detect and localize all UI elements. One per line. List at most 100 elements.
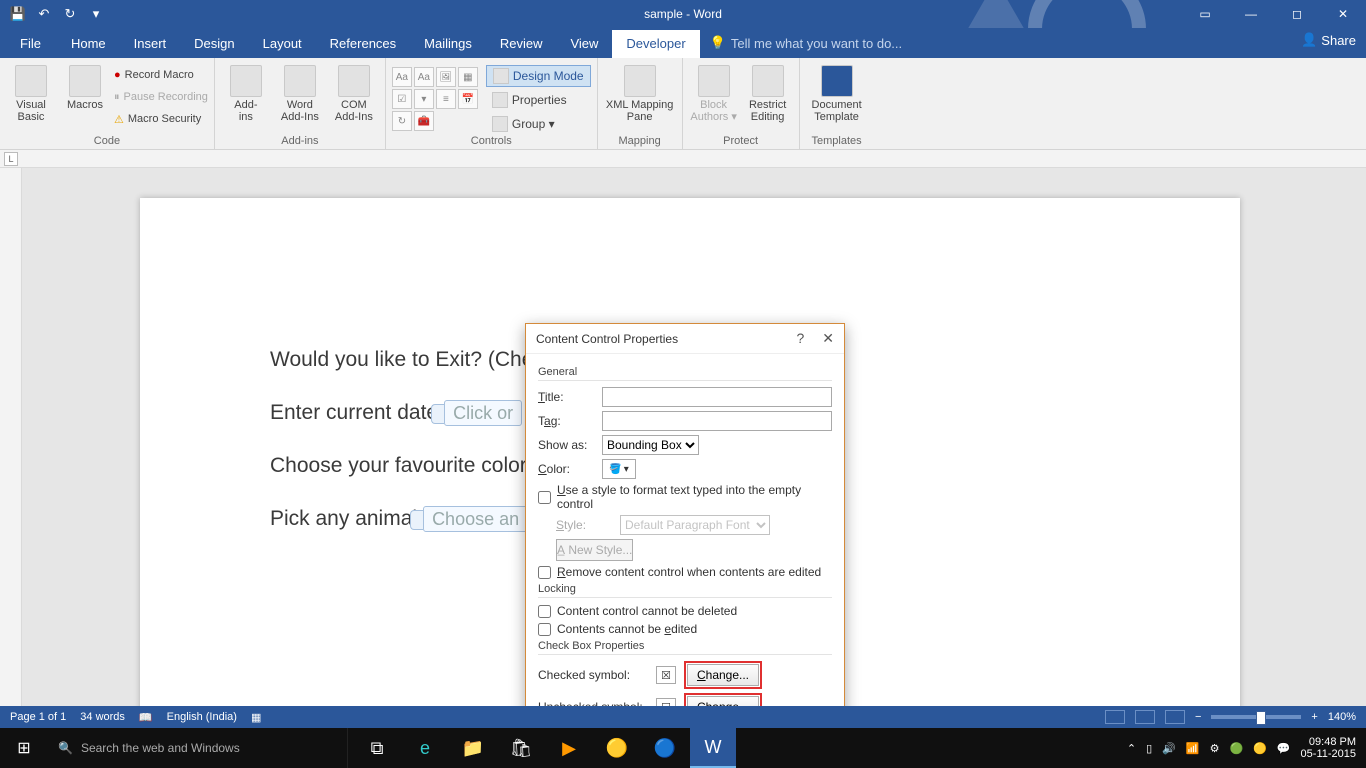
restrict-editing-button[interactable]: Restrict Editing — [743, 63, 793, 123]
tell-me-search[interactable]: 💡 Tell me what you want to do... — [700, 29, 912, 58]
remove-cc-checkbox[interactable] — [538, 566, 551, 579]
pause-recording-button[interactable]: ⏸Pause Recording — [114, 87, 208, 107]
showas-select[interactable]: Bounding Box — [602, 435, 699, 455]
dropdown-content-control[interactable]: Choose an — [423, 506, 528, 532]
web-layout-icon[interactable] — [1165, 710, 1185, 724]
macro-security-button[interactable]: ⚠Macro Security — [114, 109, 208, 129]
close-icon[interactable]: ✕ — [1320, 0, 1366, 28]
zoom-in-icon[interactable]: + — [1311, 711, 1317, 723]
volume-icon[interactable]: 🔊 — [1162, 742, 1176, 755]
zoom-slider[interactable] — [1211, 715, 1301, 719]
language-indicator[interactable]: English (India) — [167, 711, 237, 723]
tab-file[interactable]: File — [4, 30, 57, 58]
date-content-control[interactable]: Click or — [444, 400, 522, 426]
group-button[interactable]: Group ▾ — [486, 113, 591, 135]
wifi-icon[interactable]: 📶 — [1186, 742, 1200, 755]
legacy-tools-icon[interactable]: 🧰 — [414, 111, 434, 131]
group-protect: Block Authors ▾ Restrict Editing Protect — [683, 58, 800, 149]
macros-button[interactable]: Macros — [60, 63, 110, 111]
tab-references[interactable]: References — [316, 30, 410, 58]
chrome-icon[interactable]: 🔵 — [642, 728, 688, 768]
read-mode-icon[interactable] — [1105, 710, 1125, 724]
vertical-ruler[interactable] — [0, 168, 22, 706]
dialog-titlebar[interactable]: Content Control Properties ? ✕ — [526, 324, 844, 354]
title-input[interactable] — [602, 387, 832, 407]
addins-button[interactable]: Add- ins — [221, 63, 271, 123]
use-style-checkbox[interactable] — [538, 491, 551, 504]
word-count[interactable]: 34 words — [80, 711, 125, 723]
com-addins-button[interactable]: COM Add-Ins — [329, 63, 379, 123]
network-icon[interactable]: ▯ — [1146, 742, 1152, 755]
zoom-out-icon[interactable]: − — [1195, 711, 1201, 723]
page-indicator[interactable]: Page 1 of 1 — [10, 711, 66, 723]
qat-customize-icon[interactable]: ▾ — [84, 3, 108, 25]
plain-text-control-icon[interactable]: Aa — [414, 67, 434, 87]
document-template-button[interactable]: Document Template — [806, 63, 868, 123]
tab-home[interactable]: Home — [57, 30, 120, 58]
taskbar: ⊞ 🔍 Search the web and Windows ⧉ e 📁 🛍 ▶… — [0, 728, 1366, 768]
rich-text-control-icon[interactable]: Aa — [392, 67, 412, 87]
redo-icon[interactable]: ↻ — [58, 3, 82, 25]
tag-input[interactable] — [602, 411, 832, 431]
design-mode-button[interactable]: Design Mode — [486, 65, 591, 87]
lock-delete-checkbox[interactable] — [538, 605, 551, 618]
change-checked-button[interactable]: Change... — [687, 664, 759, 686]
taskbar-search[interactable]: 🔍 Search the web and Windows — [48, 728, 348, 768]
record-macro-button[interactable]: ●Record Macro — [114, 65, 208, 85]
tab-insert[interactable]: Insert — [120, 30, 181, 58]
repeating-section-control-icon[interactable]: ↻ — [392, 111, 412, 131]
tab-layout[interactable]: Layout — [249, 30, 316, 58]
close-icon[interactable]: ✕ — [822, 330, 834, 347]
visual-basic-button[interactable]: Visual Basic — [6, 63, 56, 123]
zoom-level[interactable]: 140% — [1328, 711, 1356, 723]
tab-view[interactable]: View — [556, 30, 612, 58]
share-button[interactable]: 👤 Share — [1301, 32, 1356, 48]
group-label: Controls — [392, 135, 591, 149]
store-icon[interactable]: 🛍 — [498, 728, 544, 768]
color-picker[interactable]: 🪣▾ — [602, 459, 636, 479]
file-explorer-icon[interactable]: 📁 — [450, 728, 496, 768]
word-icon[interactable]: W — [690, 728, 736, 768]
edge-icon[interactable]: e — [402, 728, 448, 768]
xml-mapping-button[interactable]: XML Mapping Pane — [604, 63, 676, 123]
start-button[interactable]: ⊞ — [0, 728, 48, 768]
checkbox-control-icon[interactable]: ☑ — [392, 89, 412, 109]
dropdown-control-icon[interactable]: ≡ — [436, 89, 456, 109]
properties-button[interactable]: Properties — [486, 89, 591, 111]
task-view-icon[interactable]: ⧉ — [354, 728, 400, 768]
media-player-icon[interactable]: ▶ — [546, 728, 592, 768]
minimize-icon[interactable]: — — [1228, 0, 1274, 28]
tab-mailings[interactable]: Mailings — [410, 30, 486, 58]
tray-icon[interactable]: 🟡 — [1253, 742, 1267, 755]
tray-icon[interactable]: ⚙ — [1210, 742, 1220, 755]
clock[interactable]: 09:48 PM 05-11-2015 — [1301, 736, 1356, 760]
macro-record-icon[interactable]: ▦ — [251, 711, 261, 724]
save-icon[interactable]: 💾 — [6, 3, 30, 25]
group-controls: Aa Aa 🖼 ▦ ☑ ▾ ≡ 📅 ↻ 🧰 Design Mode Proper… — [386, 58, 598, 149]
block-authors-button[interactable]: Block Authors ▾ — [689, 63, 739, 123]
chrome-icon[interactable]: 🟡 — [594, 728, 640, 768]
maximize-icon[interactable]: ◻ — [1274, 0, 1320, 28]
notifications-icon[interactable]: 💬 — [1277, 742, 1291, 755]
print-layout-icon[interactable] — [1135, 710, 1155, 724]
building-block-control-icon[interactable]: ▦ — [458, 67, 478, 87]
help-icon[interactable]: ? — [796, 330, 804, 347]
tab-design[interactable]: Design — [180, 30, 248, 58]
tray-icon[interactable]: 🟢 — [1229, 742, 1243, 755]
time-label: 09:48 PM — [1301, 736, 1356, 748]
picture-control-icon[interactable]: 🖼 — [436, 67, 456, 87]
tab-review[interactable]: Review — [486, 30, 557, 58]
tab-selector[interactable]: L — [4, 152, 18, 166]
tag-label: Tag: — [538, 414, 594, 428]
ribbon-options-icon[interactable]: ▭ — [1182, 0, 1228, 28]
word-addins-button[interactable]: Word Add-Ins — [275, 63, 325, 123]
lock-edit-checkbox[interactable] — [538, 623, 551, 636]
horizontal-ruler[interactable]: L — [0, 150, 1366, 168]
date-picker-control-icon[interactable]: 📅 — [458, 89, 478, 109]
combobox-control-icon[interactable]: ▾ — [414, 89, 434, 109]
undo-icon[interactable]: ↶ — [32, 3, 56, 25]
change-unchecked-button[interactable]: Change... — [687, 696, 759, 706]
spell-check-icon[interactable]: 📖 — [139, 711, 153, 724]
tray-overflow-icon[interactable]: ⌃ — [1127, 742, 1136, 755]
tab-developer[interactable]: Developer — [612, 30, 699, 58]
